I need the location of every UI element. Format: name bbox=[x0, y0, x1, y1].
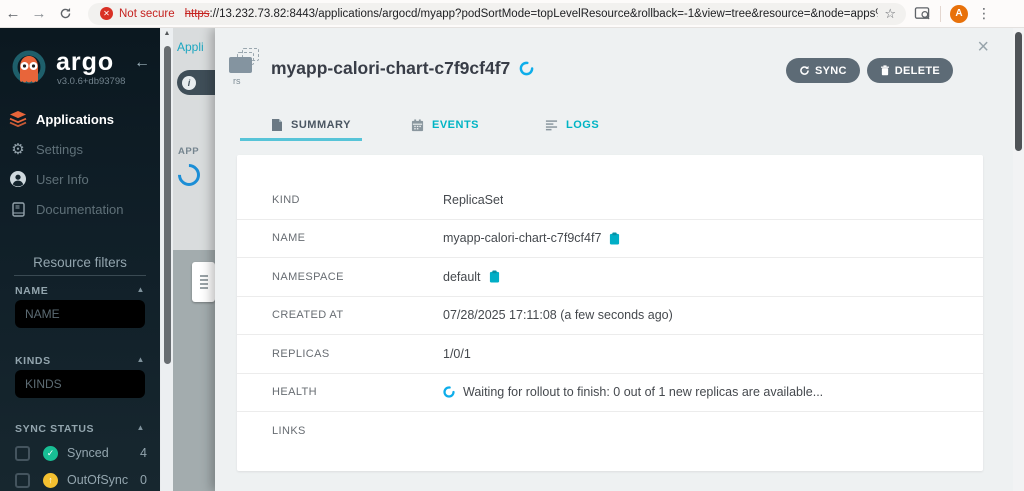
sync-icon bbox=[800, 65, 809, 75]
back-icon[interactable]: ← bbox=[0, 5, 26, 22]
summary-row-created-at: CREATED AT 07/28/2025 17:11:08 (a few se… bbox=[237, 297, 983, 335]
summary-row-name: NAME myapp-calori-chart-c7f9cf4f7 bbox=[237, 220, 983, 258]
page-title: myapp-calori-chart-c7f9cf4f7 bbox=[271, 58, 534, 79]
name-filter-input[interactable] bbox=[15, 300, 145, 328]
calendar-icon bbox=[411, 118, 424, 131]
summary-row-health: HEALTH Waiting for rollout to finish: 0 … bbox=[237, 374, 983, 412]
url-text: https://13.232.73.82:8443/applications/a… bbox=[184, 7, 894, 20]
outofsync-count: 0 bbox=[140, 473, 147, 487]
synced-count: 4 bbox=[140, 446, 147, 460]
gear-icon: ⚙ bbox=[11, 141, 25, 158]
kinds-filter-label: KINDS ▲ bbox=[15, 355, 145, 367]
synced-status-icon: ✓ bbox=[43, 445, 58, 461]
sidebar-collapse-icon[interactable]: ← bbox=[134, 54, 150, 72]
tab-bar: SUMMARY EVENTS LOGS bbox=[215, 114, 1013, 141]
user-icon bbox=[0, 171, 36, 187]
sync-status-filter-label: SYNC STATUS ▲ bbox=[15, 423, 145, 435]
filters-divider bbox=[14, 275, 146, 276]
url-bar[interactable]: ✕ Not secure https://13.232.73.82:8443/a… bbox=[88, 2, 906, 25]
profile-avatar[interactable]: A bbox=[950, 4, 968, 23]
not-secure-icon: ✕ bbox=[100, 7, 113, 20]
tab-summary[interactable]: SUMMARY bbox=[271, 114, 351, 136]
filter-option-outofsync[interactable]: ↑ OutOfSync 0 bbox=[15, 469, 147, 491]
outofsync-status-icon: ↑ bbox=[43, 472, 58, 488]
content-area: Appli i APP argo v3.0.6+db93798 ← Applic… bbox=[0, 28, 1024, 491]
forward-icon[interactable]: → bbox=[26, 5, 52, 22]
tab-events[interactable]: EVENTS bbox=[411, 114, 479, 136]
dimmed-background: Appli i APP bbox=[173, 28, 237, 491]
page-scrollbar[interactable] bbox=[1013, 28, 1024, 491]
delete-button[interactable]: DELETE bbox=[866, 58, 953, 83]
document-icon bbox=[272, 119, 282, 131]
close-icon[interactable]: × bbox=[977, 36, 989, 59]
sidebar-item-label: User Info bbox=[36, 171, 89, 187]
version-label: v3.0.6+db93798 bbox=[57, 76, 126, 87]
logo-wordmark: argo bbox=[56, 48, 115, 76]
sidebar-item-documentation[interactable]: Documentation bbox=[0, 194, 160, 224]
trash-icon bbox=[880, 65, 889, 76]
sidebar-item-applications[interactable]: Applications bbox=[0, 104, 160, 134]
not-secure-label: Not secure bbox=[119, 7, 175, 20]
reload-icon[interactable] bbox=[52, 7, 78, 20]
kinds-filter-input[interactable] bbox=[15, 370, 145, 398]
summary-card: KIND ReplicaSet NAME myapp-calori-chart-… bbox=[237, 155, 983, 471]
screen: ← → ✕ Not secure https://13.232.73.82:84… bbox=[0, 0, 1024, 491]
sidebar-item-label: Settings bbox=[36, 141, 83, 157]
sidebar-item-label: Applications bbox=[36, 111, 115, 127]
inner-scrollbar[interactable]: ▲ bbox=[161, 28, 173, 491]
reading-mode-icon[interactable] bbox=[914, 6, 931, 21]
sidebar-nav: Applications ⚙ Settings User Info Docume… bbox=[0, 104, 160, 224]
browser-menu-icon[interactable]: ⋮ bbox=[977, 5, 995, 22]
copy-icon[interactable] bbox=[609, 232, 620, 245]
scrollbar-thumb[interactable] bbox=[1015, 32, 1022, 151]
health-progressing-icon bbox=[443, 386, 455, 398]
summary-row-namespace: NAMESPACE default bbox=[237, 258, 983, 297]
scrollbar-thumb[interactable] bbox=[163, 46, 171, 364]
tree-filter-toggle-button[interactable] bbox=[192, 262, 215, 302]
applications-layers-icon bbox=[0, 111, 36, 127]
progressing-spinner-icon bbox=[519, 61, 534, 76]
outofsync-checkbox[interactable] bbox=[15, 472, 30, 488]
kind-abbr: rs bbox=[233, 76, 241, 86]
filter-option-synced[interactable]: ✓ Synced 4 bbox=[15, 442, 147, 464]
outofsync-label: OutOfSync bbox=[67, 473, 129, 487]
bookmark-star-icon[interactable]: ☆ bbox=[878, 5, 896, 22]
app-label: APP bbox=[178, 146, 200, 157]
breadcrumb[interactable]: Appli bbox=[177, 40, 204, 54]
collapse-triangle-icon[interactable]: ▲ bbox=[136, 423, 145, 432]
browser-toolbar: ← → ✕ Not secure https://13.232.73.82:84… bbox=[0, 0, 1024, 28]
name-filter-label: NAME ▲ bbox=[15, 285, 145, 297]
summary-row-links: LINKS bbox=[272, 425, 306, 438]
log-lines-icon bbox=[545, 120, 558, 131]
synced-checkbox[interactable] bbox=[15, 445, 30, 461]
sidebar-item-user-info[interactable]: User Info bbox=[0, 164, 160, 194]
logo-row: argo v3.0.6+db93798 ← bbox=[0, 28, 160, 92]
synced-label: Synced bbox=[67, 446, 109, 460]
sidebar-item-label: Documentation bbox=[36, 201, 124, 217]
summary-row-kind: KIND ReplicaSet bbox=[237, 181, 983, 220]
scroll-up-icon[interactable]: ▲ bbox=[161, 30, 173, 37]
sidebar: argo v3.0.6+db93798 ← Applications ⚙ Set… bbox=[0, 28, 160, 491]
replicaset-icon: rs bbox=[229, 48, 269, 92]
resource-panel: × rs myapp-calori-chart-c7f9cf4f7 SYNC D… bbox=[215, 28, 1013, 491]
tab-logs[interactable]: LOGS bbox=[545, 114, 599, 136]
collapse-triangle-icon[interactable]: ▲ bbox=[136, 285, 145, 294]
collapse-triangle-icon[interactable]: ▲ bbox=[136, 355, 145, 364]
sidebar-item-settings[interactable]: ⚙ Settings bbox=[0, 134, 160, 164]
summary-row-replicas: REPLICAS 1/0/1 bbox=[237, 335, 983, 374]
book-icon bbox=[0, 201, 36, 217]
resource-filters-title: Resource filters bbox=[33, 255, 127, 270]
active-tab-indicator bbox=[240, 138, 362, 141]
toolbar-divider bbox=[940, 5, 941, 22]
copy-icon[interactable] bbox=[489, 270, 500, 283]
sync-button[interactable]: SYNC bbox=[786, 58, 860, 83]
info-icon: i bbox=[182, 75, 196, 90]
argo-logo-icon bbox=[8, 48, 50, 95]
app-header-background bbox=[173, 28, 215, 250]
